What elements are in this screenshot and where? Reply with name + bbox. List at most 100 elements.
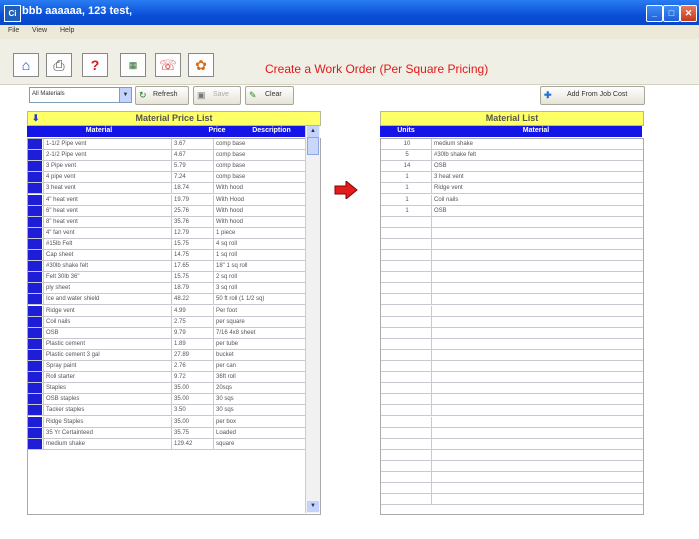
table-row[interactable]: 14 OSB: [381, 161, 643, 173]
table-row[interactable]: 4 pipe vent 7.24 comp base: [28, 172, 306, 184]
row-selector[interactable]: [28, 372, 42, 383]
menu-file[interactable]: File: [8, 27, 19, 34]
col-material[interactable]: Material: [43, 127, 155, 134]
empty-row[interactable]: [381, 394, 643, 406]
table-row[interactable]: Tacker staples 3.50 30 sqs: [28, 405, 306, 417]
table-row[interactable]: 8" heat vent 35.76 With hood: [28, 216, 306, 228]
print-icon[interactable]: ⎙: [46, 53, 72, 77]
scroll-up-icon[interactable]: ▲: [307, 126, 319, 137]
empty-row[interactable]: [381, 472, 643, 483]
col-price[interactable]: Price: [197, 127, 237, 134]
menu-help[interactable]: Help: [60, 27, 74, 34]
table-row[interactable]: Roll starter 9.72 36ft roll: [28, 372, 306, 384]
empty-row[interactable]: [381, 294, 643, 306]
empty-row[interactable]: [381, 449, 643, 461]
empty-row[interactable]: [381, 250, 643, 261]
row-selector[interactable]: [28, 416, 42, 427]
row-selector[interactable]: [28, 338, 42, 349]
menu-view[interactable]: View: [32, 27, 47, 34]
empty-row[interactable]: [381, 383, 643, 395]
row-selector[interactable]: [28, 183, 42, 194]
table-row[interactable]: 1 3 heat vent: [381, 172, 643, 184]
table-row[interactable]: Ridge vent 4.99 Per foot: [28, 305, 306, 317]
table-row[interactable]: Ice and water shield 48.22 50 ft roll (1 1…: [28, 294, 306, 306]
maximize-button[interactable]: □: [663, 5, 680, 22]
empty-row[interactable]: [381, 427, 643, 439]
table-row[interactable]: ply sheet 18.79 3 sq roll: [28, 283, 306, 295]
row-selector[interactable]: [28, 172, 42, 183]
row-selector[interactable]: [28, 238, 42, 249]
table-row[interactable]: Plastic cement 3 gal 27.89 bucket: [28, 349, 306, 361]
empty-row[interactable]: [381, 338, 643, 350]
col-description[interactable]: Description: [239, 127, 304, 134]
empty-row[interactable]: [381, 305, 643, 317]
table-row[interactable]: 4" heat vent 19.79 With Hood: [28, 194, 306, 206]
scroll-down-icon[interactable]: ▼: [307, 501, 319, 512]
row-selector[interactable]: [28, 216, 42, 227]
row-selector[interactable]: [28, 150, 42, 161]
home-icon[interactable]: ⌂: [13, 53, 39, 77]
price-list-scrollbar[interactable]: ▲ ▼: [305, 126, 320, 513]
table-row[interactable]: Ridge Staples 35.00 per box: [28, 416, 306, 428]
table-row[interactable]: Felt 30lb 36" 15.75 2 sq roll: [28, 272, 306, 284]
col-material-list[interactable]: Material: [432, 127, 640, 134]
transfer-arrow-icon[interactable]: [334, 181, 358, 199]
table-row[interactable]: OSB staples 35.00 30 sqs: [28, 394, 306, 406]
empty-row[interactable]: [381, 283, 643, 295]
table-row[interactable]: 1 OSB: [381, 205, 643, 217]
table-row[interactable]: OSB 9.79 7/16 4x8 sheet: [28, 327, 306, 339]
table-row[interactable]: 3 Pipe vent 5.79 comp base: [28, 161, 306, 173]
row-selector[interactable]: [28, 327, 42, 338]
clear-button[interactable]: ✎ Clear: [245, 86, 294, 105]
table-row[interactable]: Cap sheet 14.75 1 sq roll: [28, 250, 306, 261]
empty-row[interactable]: [381, 460, 643, 472]
row-selector[interactable]: [28, 361, 42, 371]
palette-icon[interactable]: ✿: [188, 53, 214, 77]
empty-row[interactable]: [381, 261, 643, 273]
table-row[interactable]: 6" heat vent 25.76 With hood: [28, 205, 306, 217]
table-row[interactable]: 35 Yr Certainteed 35.75 Loaded: [28, 427, 306, 439]
empty-row[interactable]: [381, 416, 643, 428]
table-row[interactable]: Plastic cement 1.89 per tube: [28, 338, 306, 350]
table-row[interactable]: #30lb shake felt 17.65 18" 1 sq roll: [28, 261, 306, 273]
empty-row[interactable]: [381, 349, 643, 361]
empty-row[interactable]: [381, 272, 643, 284]
row-selector[interactable]: [28, 294, 42, 305]
empty-row[interactable]: [381, 216, 643, 228]
row-selector[interactable]: [28, 394, 42, 405]
empty-row[interactable]: [381, 327, 643, 339]
down-arrow-icon[interactable]: ⬇: [32, 112, 40, 125]
table-row[interactable]: medium shake 129.42 square: [28, 438, 306, 450]
row-selector[interactable]: [28, 316, 42, 327]
row-selector[interactable]: [28, 272, 42, 283]
row-selector[interactable]: [28, 405, 42, 416]
refresh-button[interactable]: ↻ Refresh: [135, 86, 189, 105]
col-units[interactable]: Units: [382, 127, 430, 134]
row-selector[interactable]: [28, 250, 42, 260]
table-row[interactable]: 3 heat vent 18.74 With hood: [28, 183, 306, 195]
empty-row[interactable]: [381, 494, 643, 506]
empty-row[interactable]: [381, 438, 643, 450]
row-selector[interactable]: [28, 305, 42, 316]
row-selector[interactable]: [28, 283, 42, 294]
row-selector[interactable]: [28, 438, 42, 449]
help-icon[interactable]: ?: [82, 53, 108, 77]
table-row[interactable]: 10 medium shake: [381, 139, 643, 150]
row-selector[interactable]: [28, 227, 42, 238]
table-row[interactable]: Spray paint 2.76 per can: [28, 361, 306, 372]
calculator-icon[interactable]: ▦: [120, 53, 146, 77]
table-row[interactable]: #15lb Felt 15.75 4 sq roll: [28, 238, 306, 250]
phone-icon[interactable]: ☏: [155, 53, 181, 77]
row-selector[interactable]: [28, 427, 42, 438]
close-button[interactable]: ✕: [680, 5, 697, 22]
table-row[interactable]: Coil nails 2.75 per square: [28, 316, 306, 328]
empty-row[interactable]: [381, 405, 643, 417]
minimize-button[interactable]: _: [646, 5, 663, 22]
table-row[interactable]: 1 Coil nails: [381, 194, 643, 206]
empty-row[interactable]: [381, 316, 643, 328]
table-row[interactable]: Staples 35.00 20sqs: [28, 383, 306, 395]
row-selector[interactable]: [28, 349, 42, 360]
table-row[interactable]: 2-1/2 Pipe vent 4.67 comp base: [28, 150, 306, 162]
row-selector[interactable]: [28, 161, 42, 172]
row-selector[interactable]: [28, 261, 42, 272]
